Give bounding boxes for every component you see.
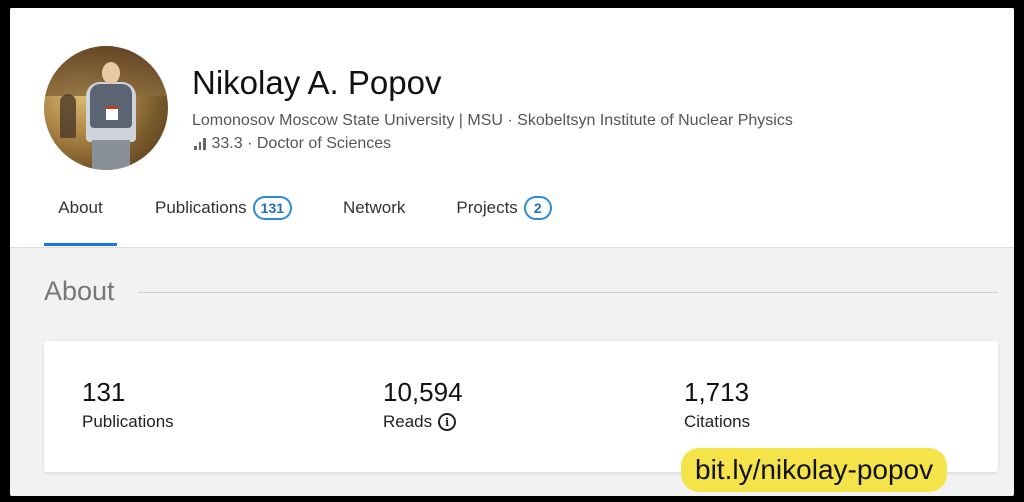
stat-publications-label: Publications xyxy=(82,412,174,431)
stat-citations-label: Citations xyxy=(684,412,751,431)
tab-network-label: Network xyxy=(343,198,406,217)
info-icon[interactable]: i xyxy=(438,413,457,431)
about-section-title: About xyxy=(44,276,115,306)
stat-reads-value: 10,594 xyxy=(383,377,463,407)
tab-projects[interactable]: Projects 2 xyxy=(456,191,552,225)
profile-tabs: About Publications 131 Network Projects … xyxy=(44,191,552,248)
stat-publications-value: 131 xyxy=(82,377,126,407)
profile-score[interactable]: 33.3 · Doctor of Sciences xyxy=(212,135,392,153)
avatar-badge xyxy=(106,106,118,120)
avatar-legs xyxy=(92,140,130,170)
bar-chart-icon xyxy=(194,138,206,150)
tab-projects-label: Projects xyxy=(456,198,518,217)
avatar[interactable] xyxy=(44,46,168,170)
tab-publications-label: Publications xyxy=(155,198,247,217)
tab-about-label: About xyxy=(58,198,103,217)
profile-page: Nikolay A. Popov Lomonosov Moscow State … xyxy=(10,8,1014,496)
profile-name: Nikolay A. Popov xyxy=(192,64,442,101)
avatar-head xyxy=(102,62,120,84)
stat-reads[interactable]: 10,594 Reads i xyxy=(383,377,463,432)
stat-reads-label: Reads i xyxy=(383,412,463,432)
stat-publications[interactable]: 131 Publications xyxy=(82,377,174,432)
profile-score-line: 33.3 · Doctor of Sciences xyxy=(194,135,391,153)
stat-citations-value: 1,713 xyxy=(684,377,750,407)
projects-count-badge: 2 xyxy=(523,196,552,220)
tab-about[interactable]: About xyxy=(44,191,117,246)
profile-affiliation[interactable]: Lomonosov Moscow State University | MSU … xyxy=(192,112,793,130)
stat-citations[interactable]: 1,713 Citations xyxy=(684,377,750,432)
profile-header: Nikolay A. Popov Lomonosov Moscow State … xyxy=(10,8,1014,248)
publications-count-badge: 131 xyxy=(252,196,293,220)
tab-publications[interactable]: Publications 131 xyxy=(155,191,293,225)
avatar-background-person xyxy=(60,94,76,138)
section-divider xyxy=(138,292,998,293)
tab-network[interactable]: Network xyxy=(343,191,405,225)
url-overlay-banner: bit.ly/nikolay-popov xyxy=(681,448,948,492)
